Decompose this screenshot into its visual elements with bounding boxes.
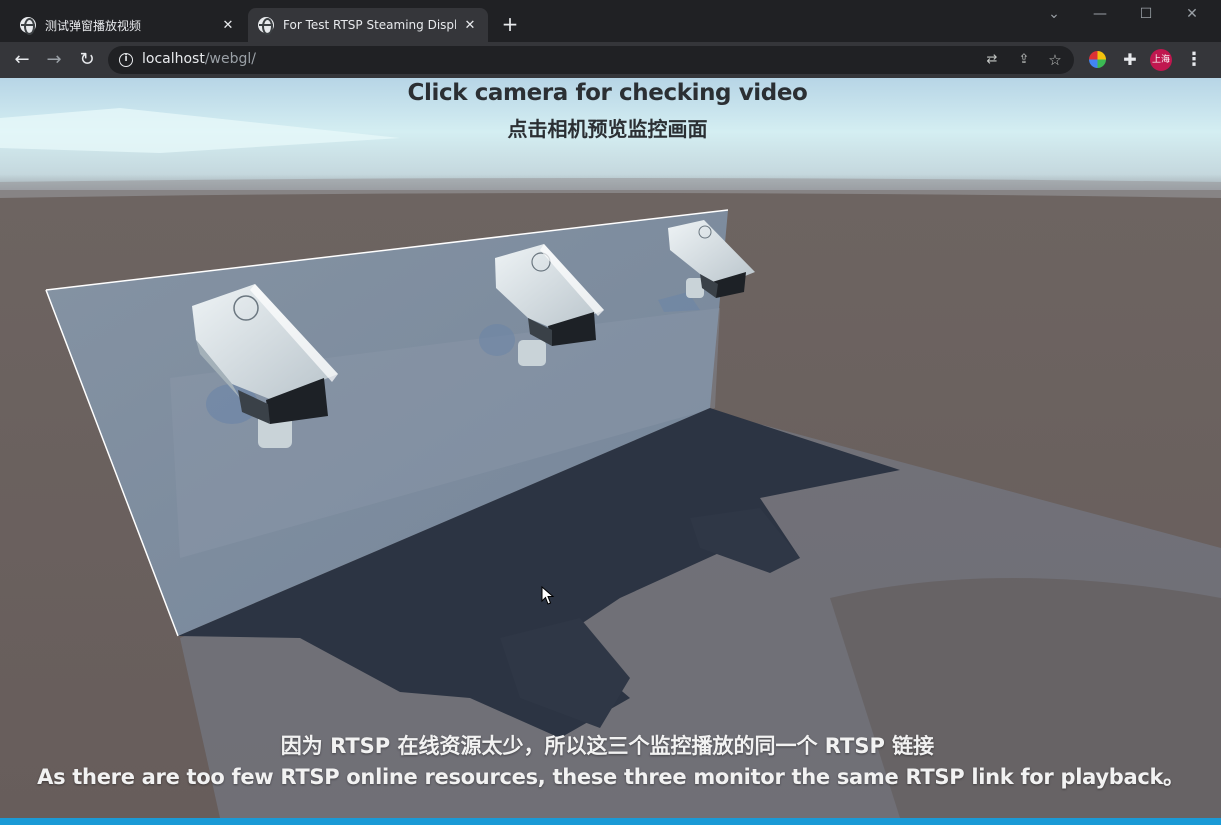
address-bar[interactable]: i localhost/webgl/ ⇄ ⇪ ☆ [108, 46, 1074, 74]
instruction-english: Click camera for checking video [407, 80, 808, 106]
share-icon[interactable]: ⇪ [1015, 51, 1033, 69]
new-tab-button[interactable]: + [498, 12, 522, 36]
window-close-button[interactable]: ✕ [1180, 6, 1204, 22]
extension-icon[interactable] [1089, 51, 1106, 68]
forward-arrow-icon[interactable]: → [42, 48, 66, 72]
tab-title: 测试弹窗播放视频 [45, 18, 142, 33]
toolbar: ← → ↻ i localhost/webgl/ ⇄ ⇪ ☆ ✚ 上海 ⋮ [0, 42, 1221, 78]
tab-title: For Test RTSP Steaming Display [283, 18, 456, 32]
translate-icon[interactable]: ⇄ [983, 51, 1001, 69]
browser-window: 测试弹窗播放视频 ✕ For Test RTSP Steaming Displa… [0, 0, 1221, 818]
back-arrow-icon[interactable]: ← [10, 48, 34, 72]
puzzle-icon[interactable]: ✚ [1120, 48, 1140, 72]
chevron-down-icon[interactable]: ⌄ [1042, 6, 1066, 22]
scene-canvas[interactable] [0, 78, 1221, 818]
globe-icon [258, 17, 274, 35]
url-text[interactable]: localhost/webgl/ [142, 51, 256, 67]
tab-strip: 测试弹窗播放视频 ✕ For Test RTSP Steaming Displa… [0, 0, 1221, 42]
close-icon[interactable]: ✕ [220, 18, 236, 33]
globe-icon [20, 17, 36, 35]
reload-icon[interactable]: ↻ [75, 48, 99, 72]
instruction-chinese: 点击相机预览监控画面 [507, 117, 708, 141]
avatar[interactable]: 上海 [1150, 49, 1172, 71]
maximize-button[interactable]: ☐ [1134, 6, 1158, 22]
tab-inactive[interactable]: 测试弹窗播放视频 ✕ [10, 8, 246, 42]
info-icon[interactable]: i [119, 53, 133, 67]
note-chinese: 因为 RTSP 在线资源太少，所以这三个监控播放的同一个 RTSP 链接 [280, 734, 935, 758]
tab-active[interactable]: For Test RTSP Steaming Display ✕ [248, 8, 488, 42]
minimize-button[interactable]: — [1088, 6, 1112, 22]
url-path: /webgl/ [204, 51, 257, 67]
mouse-cursor-icon [541, 586, 555, 605]
note-english: As there are too few RTSP online resourc… [37, 765, 1184, 789]
webgl-viewport[interactable]: Click camera for checking video 点击相机预览监控… [0, 78, 1221, 818]
menu-icon[interactable]: ⋮ [1184, 48, 1204, 72]
star-icon[interactable]: ☆ [1046, 51, 1064, 69]
close-icon[interactable]: ✕ [462, 18, 478, 33]
url-host: localhost [142, 51, 205, 67]
